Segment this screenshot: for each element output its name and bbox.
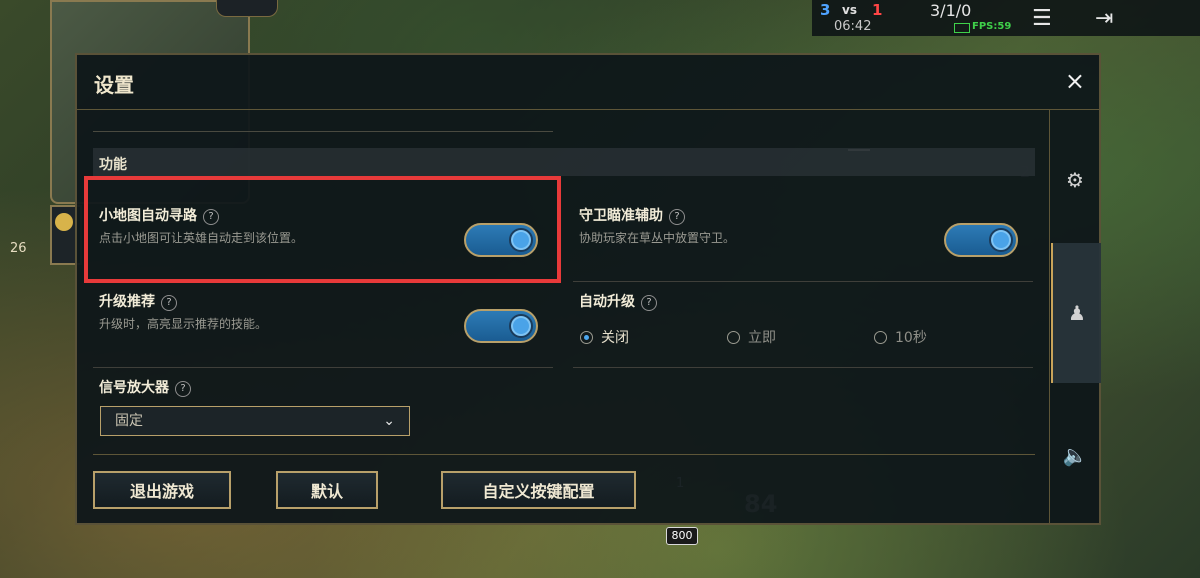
scroll-divider bbox=[93, 131, 553, 132]
side-rail-divider bbox=[1049, 110, 1050, 523]
level-recommend-desc: 升级时，高亮显示推荐的技能。 bbox=[99, 317, 268, 331]
menu-list-icon[interactable]: ☰ bbox=[1032, 6, 1052, 31]
fps-counter: FPS:59 bbox=[972, 21, 1012, 32]
radio-dot bbox=[727, 330, 740, 344]
minimap-tab[interactable] bbox=[216, 0, 278, 17]
custom-keys-button[interactable]: 自定义按键配置 bbox=[441, 471, 636, 509]
signal-amp-select[interactable]: 固定 ⌄ bbox=[100, 406, 410, 436]
kda-display: 3/1/0 bbox=[930, 1, 972, 20]
row-divider bbox=[93, 367, 553, 368]
footer-divider bbox=[93, 454, 1035, 455]
gear-icon[interactable]: ⚙ bbox=[1051, 160, 1099, 200]
minimap-pathing-title: 小地图自动寻路? bbox=[99, 205, 219, 225]
speaker-icon[interactable]: 🔈 bbox=[1051, 435, 1099, 475]
player-icon[interactable]: ♟ bbox=[1051, 243, 1101, 383]
exit-door-icon[interactable]: ⇥ bbox=[1095, 6, 1113, 31]
section-label: 功能 bbox=[99, 157, 127, 173]
battery-icon bbox=[954, 23, 970, 33]
row-divider bbox=[573, 367, 1033, 368]
toggle-knob bbox=[989, 228, 1013, 252]
default-button[interactable]: 默认 bbox=[276, 471, 378, 509]
exit-game-button[interactable]: 退出游戏 bbox=[93, 471, 231, 509]
ward-assist-desc: 协助玩家在草丛中放置守卫。 bbox=[579, 231, 736, 245]
help-icon[interactable]: ? bbox=[203, 209, 219, 225]
close-icon[interactable]: × bbox=[1065, 67, 1085, 95]
gold-icon bbox=[55, 213, 73, 231]
ward-assist-title: 守卫瞄准辅助? bbox=[579, 205, 685, 225]
dialog-title: 设置 bbox=[94, 73, 134, 97]
settings-dialog: 设置 × ⚙ ♟ 🔈 功能 小地图自动寻路? 点击小地图可让英雄自动走到该位置。… bbox=[75, 53, 1101, 525]
cost-badge: 800 bbox=[666, 527, 698, 545]
section-header bbox=[93, 148, 1035, 176]
minimap-pathing-toggle[interactable] bbox=[464, 223, 538, 257]
signal-amp-title: 信号放大器? bbox=[99, 377, 191, 397]
score-red: 1 bbox=[872, 1, 883, 19]
help-icon[interactable]: ? bbox=[669, 209, 685, 225]
toggle-knob bbox=[509, 228, 533, 252]
row-divider bbox=[573, 281, 1033, 282]
radio-off[interactable]: 关闭 bbox=[580, 327, 629, 347]
level-recommend-toggle[interactable] bbox=[464, 309, 538, 343]
chevron-down-icon: ⌄ bbox=[383, 413, 395, 429]
radio-immediate[interactable]: 立即 bbox=[727, 327, 776, 347]
radio-dot bbox=[580, 330, 593, 344]
auto-levelup-title: 自动升级? bbox=[579, 291, 657, 311]
score-blue: 3 bbox=[820, 1, 831, 19]
row-divider bbox=[93, 281, 553, 282]
level-recommend-title: 升级推荐? bbox=[99, 291, 177, 311]
score-vs: vs bbox=[842, 3, 857, 17]
match-timer: 06:42 bbox=[834, 19, 872, 34]
toggle-knob bbox=[509, 314, 533, 338]
minimap-pathing-desc: 点击小地图可让英雄自动走到该位置。 bbox=[99, 231, 304, 245]
ward-assist-toggle[interactable] bbox=[944, 223, 1018, 257]
gold-amount: 26 bbox=[10, 241, 27, 256]
radio-10s[interactable]: 10秒 bbox=[874, 327, 927, 347]
radio-dot bbox=[874, 330, 887, 344]
help-icon[interactable]: ? bbox=[161, 295, 177, 311]
title-divider bbox=[77, 109, 1099, 110]
help-icon[interactable]: ? bbox=[175, 381, 191, 397]
help-icon[interactable]: ? bbox=[641, 295, 657, 311]
